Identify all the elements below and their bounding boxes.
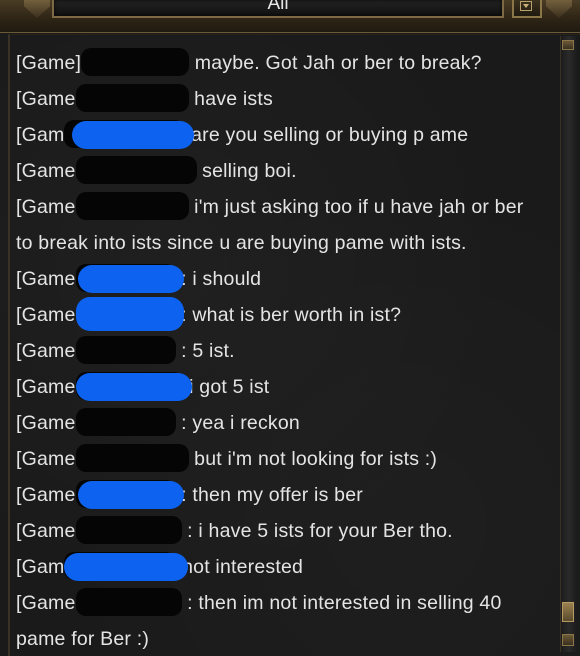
chat-message: [Game have ists <box>16 81 562 117</box>
message-text: : then im not interested in selling 40 <box>187 592 502 614</box>
chat-message: [Game : then my offer is ber <box>16 477 562 513</box>
channel-prefix: [Game <box>16 520 76 542</box>
channel-prefix: [Game <box>16 376 76 398</box>
message-text: but i'm not looking for ists :) <box>194 448 438 470</box>
chat-message: [Gam not interested <box>16 549 562 585</box>
redacted-username <box>81 47 190 76</box>
chat-channel-tab[interactable]: All <box>52 0 504 18</box>
chat-message: [Game : yea i reckon <box>16 405 562 441</box>
channel-prefix: [Game <box>16 160 76 182</box>
message-text: : then my offer is ber <box>181 484 363 506</box>
chat-message: [Game selling boi. <box>16 153 562 189</box>
channel-prefix: [Game <box>16 448 76 470</box>
channel-prefix: [Game <box>16 88 76 110</box>
message-text: i got 5 ist <box>189 376 270 398</box>
redacted-username <box>75 587 182 616</box>
channel-tab-label: All <box>267 0 289 14</box>
chevron-down-icon <box>520 1 532 11</box>
message-text: selling boi. <box>202 160 297 182</box>
redacted-username-blue <box>76 297 184 331</box>
message-text: have ists <box>194 88 273 110</box>
channel-prefix: [Game <box>16 412 76 434</box>
message-text: not interested <box>182 556 304 578</box>
channel-prefix: [Gam <box>16 124 65 146</box>
message-text: : yea i reckon <box>181 412 300 434</box>
redacted-username <box>75 443 189 472</box>
channel-prefix: [Game <box>16 592 76 614</box>
frame-ornament-left <box>24 0 50 18</box>
channel-prefix: [Game <box>16 484 76 506</box>
channel-prefix: [Gam <box>16 556 65 578</box>
chat-message: [Game i got 5 ist <box>16 369 562 405</box>
chat-log[interactable]: [Game] maybe. Got Jah or ber to break? [… <box>16 45 562 656</box>
chat-message: [Game : what is ber worth in ist? <box>16 297 562 333</box>
message-text: are you selling or buying p ame <box>191 124 469 146</box>
message-text: to break into ists since u are buying pa… <box>16 232 467 254</box>
redacted-username-blue <box>78 481 184 509</box>
redacted-username <box>75 191 189 220</box>
redacted-username <box>75 407 176 436</box>
redacted-username <box>75 515 182 544</box>
scroll-thumb[interactable] <box>562 602 574 622</box>
chat-message: [Game : i should <box>16 261 562 297</box>
redacted-username-blue <box>64 553 188 581</box>
channel-prefix: [Game] <box>16 52 82 74</box>
chat-scrollbar[interactable] <box>560 36 577 652</box>
channel-prefix: [Game <box>16 196 76 218</box>
message-text: : what is ber worth in ist? <box>181 304 402 326</box>
channel-prefix: [Game <box>16 268 76 290</box>
message-text: i'm just asking too if u have jah or ber <box>194 196 524 218</box>
message-text: pame for Ber :) <box>16 628 150 650</box>
chat-message-continuation: to break into ists since u are buying pa… <box>16 225 562 261</box>
redacted-username <box>75 83 189 112</box>
chat-message: [Game : then im not interested in sellin… <box>16 585 562 621</box>
chat-window: All [Game] maybe. Got Jah or ber to brea… <box>0 0 580 656</box>
chat-message: [Game] maybe. Got Jah or ber to break? <box>16 45 562 81</box>
chat-message: [Game : 5 ist. <box>16 333 562 369</box>
frame-ornament-right <box>546 0 572 18</box>
chat-message: [Gam are you selling or buying p ame <box>16 117 562 153</box>
redacted-username <box>75 335 176 364</box>
chat-message: [Game : i have 5 ists for your Ber tho. <box>16 513 562 549</box>
channel-prefix: [Game <box>16 304 76 326</box>
chat-message: [Game i'm just asking too if u have jah … <box>16 189 562 225</box>
redacted-username <box>75 155 197 184</box>
channel-prefix: [Game <box>16 340 76 362</box>
message-text: : i have 5 ists for your Ber tho. <box>187 520 453 542</box>
message-text: maybe. Got Jah or ber to break? <box>194 52 482 74</box>
chat-panel: [Game] maybe. Got Jah or ber to break? [… <box>8 34 580 656</box>
scroll-down-button[interactable] <box>562 634 574 646</box>
scroll-up-button[interactable] <box>562 40 574 50</box>
message-text: : i should <box>181 268 262 290</box>
redacted-username-blue <box>76 373 192 401</box>
chat-message-continuation: pame for Ber :) <box>16 621 562 656</box>
redacted-username-blue <box>72 121 194 149</box>
redacted-username-blue <box>78 265 184 293</box>
channel-dropdown-button[interactable] <box>512 0 542 18</box>
chat-header: All <box>0 0 580 33</box>
chat-message: [Game but i'm not looking for ists :) <box>16 441 562 477</box>
message-text: : 5 ist. <box>181 340 235 362</box>
